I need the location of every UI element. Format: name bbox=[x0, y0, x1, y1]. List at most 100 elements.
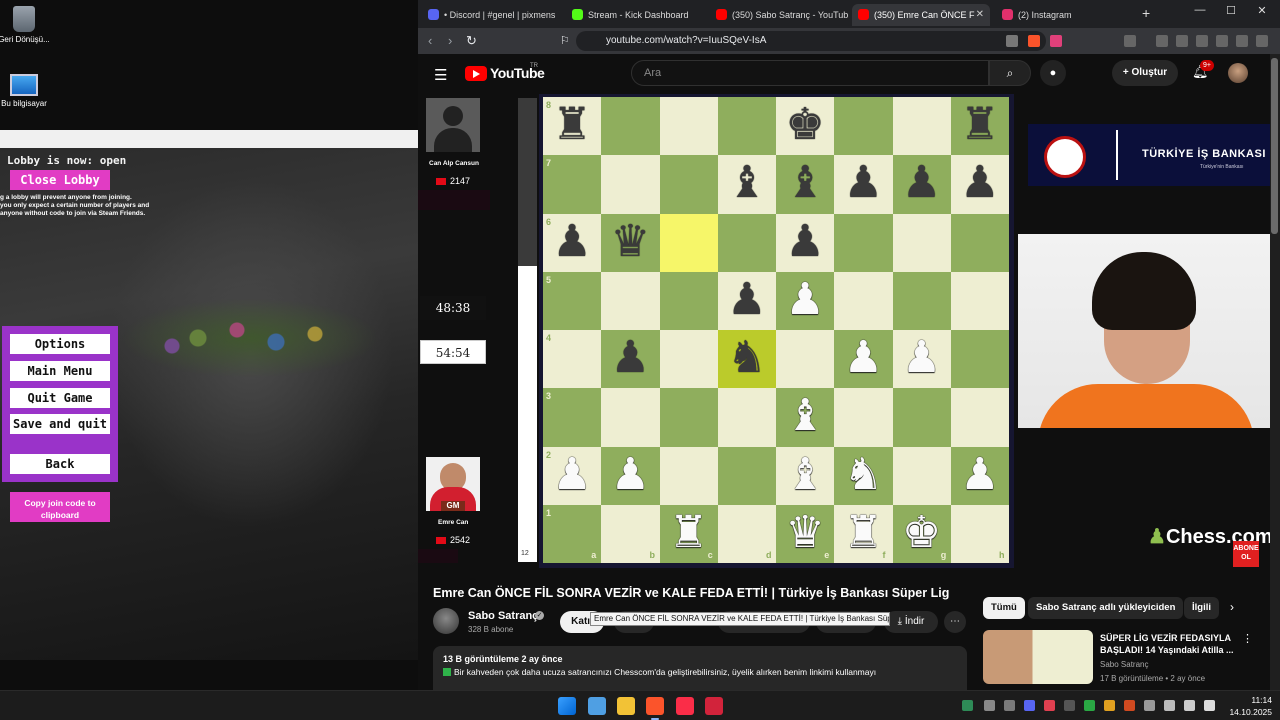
battery-icon[interactable] bbox=[1204, 700, 1215, 711]
forward-icon[interactable]: › bbox=[448, 33, 452, 48]
square-b8[interactable] bbox=[601, 97, 660, 156]
tray-icon[interactable] bbox=[962, 700, 973, 711]
square-h4[interactable] bbox=[950, 330, 1009, 389]
chess-piece-a6[interactable]: ♟ bbox=[543, 214, 601, 272]
close-lobby-button[interactable]: Close Lobby bbox=[10, 170, 110, 190]
square-d6[interactable] bbox=[717, 213, 776, 272]
square-c7[interactable] bbox=[659, 155, 718, 214]
chess-piece-g4[interactable]: ♟ bbox=[893, 330, 951, 388]
square-f8[interactable] bbox=[834, 97, 893, 156]
chess-piece-e5[interactable]: ♟ bbox=[776, 272, 834, 330]
url-field[interactable]: youtube.com/watch?v=IuuSQeV-IsA bbox=[576, 31, 1046, 51]
vpn-icon[interactable] bbox=[1236, 35, 1248, 47]
taskbar-time[interactable]: 11:14 bbox=[1240, 695, 1272, 705]
video-player[interactable]: Can Alp Cansun 2147 48:38 54:54 GM Emre … bbox=[418, 94, 1270, 572]
game-titlebar[interactable] bbox=[0, 130, 418, 148]
tray-icon[interactable] bbox=[1104, 700, 1115, 711]
channel-avatar[interactable] bbox=[433, 608, 459, 634]
reload-icon[interactable]: ↻ bbox=[466, 33, 477, 49]
tray-icon[interactable] bbox=[1064, 700, 1075, 711]
mic-icon[interactable]: ● bbox=[1040, 60, 1066, 86]
account-avatar[interactable] bbox=[1228, 63, 1248, 83]
youtube-logo-icon[interactable] bbox=[465, 66, 487, 81]
chess-piece-b2[interactable]: ♟ bbox=[601, 447, 659, 505]
chess-piece-e2[interactable]: ♝ bbox=[776, 447, 834, 505]
brave-shield-icon[interactable] bbox=[1028, 35, 1040, 47]
close-window-button[interactable]: ✕ bbox=[1252, 4, 1272, 17]
copy-join-code-button[interactable]: Copy join code to clipboard bbox=[10, 492, 110, 522]
chess-piece-a8[interactable]: ♜ bbox=[543, 97, 601, 155]
chess-piece-b6[interactable]: ♛ bbox=[601, 214, 659, 272]
search-input[interactable]: Ara bbox=[631, 60, 989, 86]
square-b3[interactable] bbox=[601, 388, 660, 447]
chess-piece-e1[interactable]: ♛ bbox=[776, 505, 834, 563]
square-g6[interactable] bbox=[892, 213, 951, 272]
recommendation-channel[interactable]: Sabo Satranç bbox=[1100, 660, 1148, 669]
square-c5[interactable] bbox=[659, 271, 718, 330]
maximize-button[interactable]: ☐ bbox=[1221, 4, 1241, 17]
square-g3[interactable] bbox=[892, 388, 951, 447]
back-button[interactable]: Back bbox=[10, 454, 110, 474]
chip-related[interactable]: İlgili bbox=[1184, 597, 1219, 619]
square-c3[interactable] bbox=[659, 388, 718, 447]
chip-from-uploader[interactable]: Sabo Satranç adlı yükleyiciden bbox=[1028, 597, 1184, 619]
tray-icon[interactable] bbox=[984, 700, 995, 711]
network-icon[interactable] bbox=[1164, 700, 1175, 711]
chess-piece-e6[interactable]: ♟ bbox=[776, 214, 834, 272]
wallet-icon[interactable] bbox=[1196, 35, 1208, 47]
tray-icon[interactable] bbox=[1144, 700, 1155, 711]
square-c4[interactable] bbox=[659, 330, 718, 389]
tab-youtube-video[interactable]: (350) Emre Can ÖNCE F ✕ bbox=[852, 4, 990, 26]
square-b7[interactable] bbox=[601, 155, 660, 214]
options-button[interactable]: Options bbox=[10, 334, 110, 354]
brave-rewards-icon[interactable] bbox=[1050, 35, 1062, 47]
save-and-quit-button[interactable]: Save and quit bbox=[10, 414, 110, 434]
chess-piece-f1[interactable]: ♜ bbox=[834, 505, 892, 563]
square-a5[interactable] bbox=[543, 271, 602, 330]
recommendation-menu-icon[interactable]: ⋮ bbox=[1242, 632, 1253, 645]
desktop-icon-recycle-bin[interactable]: Geri Dönüşü... bbox=[0, 6, 54, 44]
chess-piece-b4[interactable]: ♟ bbox=[601, 330, 659, 388]
main-menu-button[interactable]: Main Menu bbox=[10, 361, 110, 381]
screenshot-icon[interactable] bbox=[1124, 35, 1136, 47]
square-g5[interactable] bbox=[892, 271, 951, 330]
create-button[interactable]: + Oluştur bbox=[1112, 60, 1178, 86]
subscribe-watermark[interactable]: ABONE OL bbox=[1233, 541, 1259, 567]
cast-icon[interactable] bbox=[1006, 35, 1018, 47]
tab-youtube-channel[interactable]: (350) Sabo Satranç - YouTube bbox=[710, 4, 848, 26]
chess-piece-g1[interactable]: ♚ bbox=[893, 505, 951, 563]
chess-piece-f7[interactable]: ♟ bbox=[834, 155, 892, 213]
search-icon[interactable]: ⌕ bbox=[989, 60, 1031, 86]
chess-piece-d7[interactable]: ♝ bbox=[718, 155, 776, 213]
square-g2[interactable] bbox=[892, 446, 951, 505]
desktop-icon-this-pc[interactable]: Bu bilgisayar bbox=[0, 74, 54, 108]
tray-icon[interactable] bbox=[1124, 700, 1135, 711]
square-a3[interactable] bbox=[543, 388, 602, 447]
recommendation-thumbnail[interactable] bbox=[983, 630, 1093, 684]
more-actions-icon[interactable]: ⋯ bbox=[944, 611, 966, 633]
chess-piece-g7[interactable]: ♟ bbox=[893, 155, 951, 213]
close-tab-icon[interactable]: ✕ bbox=[976, 4, 984, 26]
square-d8[interactable] bbox=[717, 97, 776, 156]
streamlabs-icon[interactable] bbox=[705, 697, 723, 715]
brave-browser-icon[interactable] bbox=[646, 697, 664, 715]
square-f3[interactable] bbox=[834, 388, 893, 447]
square-h3[interactable] bbox=[950, 388, 1009, 447]
bookmark-icon[interactable]: ⚐ bbox=[560, 34, 570, 47]
chess-piece-d4[interactable]: ♞ bbox=[718, 330, 776, 388]
recommendation-title[interactable]: SÜPER LİG VEZİR FEDASIYLA BAŞLADI! 14 Ya… bbox=[1100, 632, 1250, 656]
square-h5[interactable] bbox=[950, 271, 1009, 330]
square-f5[interactable] bbox=[834, 271, 893, 330]
square-c2[interactable] bbox=[659, 446, 718, 505]
volume-icon[interactable] bbox=[1184, 700, 1195, 711]
hamburger-icon[interactable]: ☰ bbox=[434, 66, 447, 84]
menu-icon[interactable] bbox=[1256, 35, 1268, 47]
file-explorer-icon[interactable] bbox=[617, 697, 635, 715]
chess-piece-e8[interactable]: ♚ bbox=[776, 97, 834, 155]
square-c8[interactable] bbox=[659, 97, 718, 156]
taskbar-date[interactable]: 14.10.2025 bbox=[1226, 707, 1272, 717]
chip-next-icon[interactable]: › bbox=[1230, 600, 1234, 614]
square-d2[interactable] bbox=[717, 446, 776, 505]
square-b5[interactable] bbox=[601, 271, 660, 330]
scrollbar-thumb[interactable] bbox=[1271, 58, 1278, 234]
